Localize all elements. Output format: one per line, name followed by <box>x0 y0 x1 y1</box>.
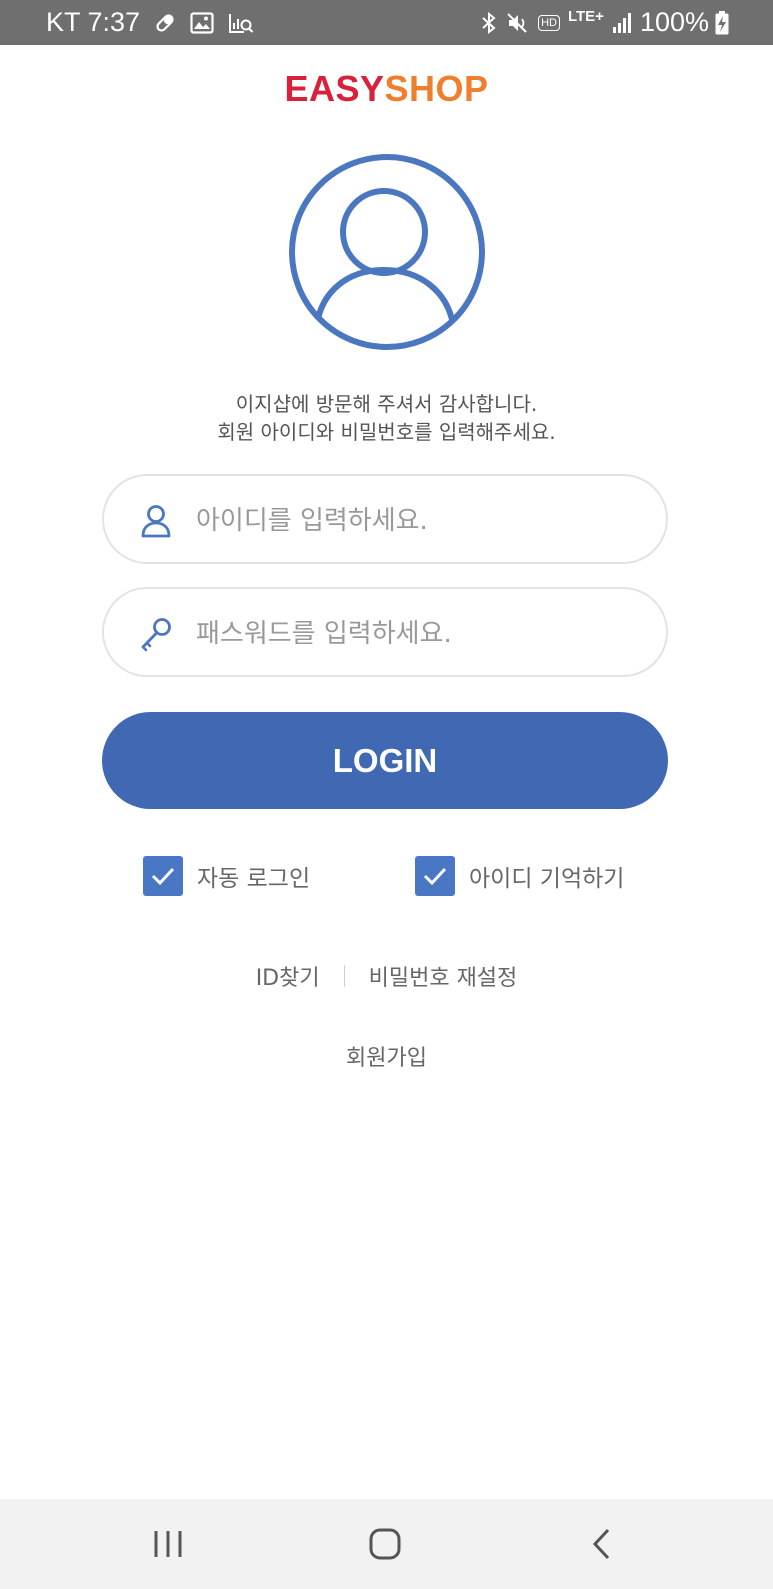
auto-login-label: 자동 로그인 <box>197 866 311 892</box>
logo-text-easy: EASY <box>284 68 385 109</box>
reset-password-link[interactable]: 비밀번호 재설정 <box>369 960 518 992</box>
login-screen: KT 7:37 HD LTE+ 100% EASYSHOP 이지샵에 방문해 주… <box>0 0 773 1589</box>
password-input[interactable] <box>194 609 638 659</box>
back-icon[interactable] <box>572 1519 632 1569</box>
welcome-message: 이지샵에 방문해 주셔서 감사합니다. 회원 아이디와 비밀번호를 입력해주세요… <box>0 390 773 446</box>
home-icon[interactable] <box>355 1519 415 1569</box>
person-icon <box>138 503 174 539</box>
status-bar-right: HD LTE+ 100% <box>480 0 729 45</box>
remember-id-checkbox[interactable]: 아이디 기억하기 <box>415 856 624 896</box>
navigation-bar <box>0 1499 773 1589</box>
link-divider <box>343 965 345 987</box>
lte-icon: LTE+ <box>567 8 604 25</box>
hd-voice-icon: HD <box>538 14 560 31</box>
chart-search-icon <box>228 12 254 34</box>
gallery-icon <box>190 11 214 34</box>
login-button[interactable]: LOGIN <box>102 712 668 809</box>
user-avatar-icon <box>287 152 487 352</box>
signup-row: 회원가입 <box>0 1040 773 1072</box>
welcome-line-2: 회원 아이디와 비밀번호를 입력해주세요. <box>217 420 556 444</box>
check-icon[interactable] <box>415 856 455 896</box>
welcome-line-1: 이지샵에 방문해 주셔서 감사합니다. <box>235 392 538 416</box>
battery-charging-icon <box>715 10 729 35</box>
id-field <box>102 474 668 564</box>
battery-percent: 100% <box>639 7 709 37</box>
key-icon <box>138 616 174 652</box>
check-icon[interactable] <box>143 856 183 896</box>
auto-login-checkbox[interactable]: 자동 로그인 <box>143 856 310 896</box>
signal-icon <box>612 12 632 34</box>
carrier-time: KT 7:37 <box>46 7 141 37</box>
remember-id-label: 아이디 기억하기 <box>469 866 625 892</box>
mute-icon <box>506 11 530 35</box>
account-links: ID찾기 비밀번호 재설정 <box>0 960 773 992</box>
pill-icon <box>154 12 176 34</box>
signup-link[interactable]: 회원가입 <box>346 1046 427 1071</box>
recent-apps-icon[interactable] <box>138 1519 198 1569</box>
find-id-link[interactable]: ID찾기 <box>256 960 320 992</box>
id-input[interactable] <box>194 496 638 546</box>
status-bar: KT 7:37 HD LTE+ 100% <box>0 0 773 45</box>
status-bar-left: KT 7:37 <box>46 0 254 45</box>
password-field <box>102 587 668 677</box>
logo-text-shop: SHOP <box>384 68 489 109</box>
bluetooth-icon <box>480 11 498 35</box>
easyshop-logo: EASYSHOP <box>0 68 773 110</box>
